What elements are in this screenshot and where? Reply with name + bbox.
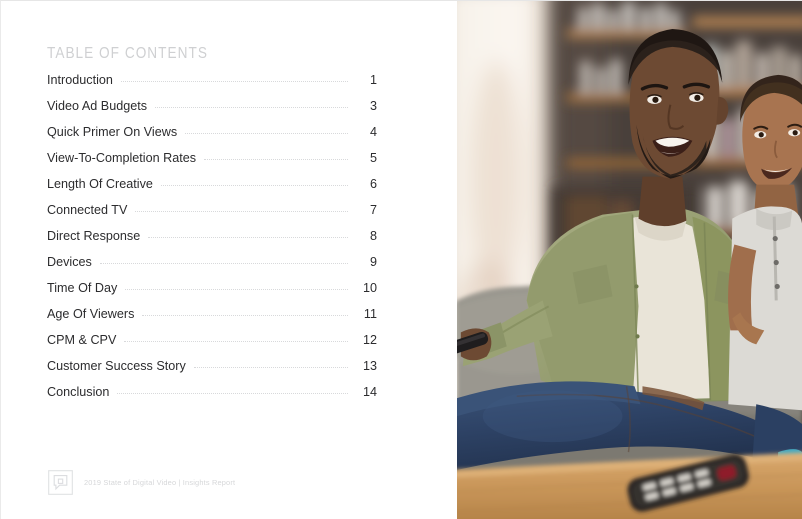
toc-leader-dots: [99, 263, 348, 264]
footer-text: 2019 State of Digital Video | Insights R…: [84, 478, 236, 487]
toc-entry-page-number: 1: [369, 73, 377, 87]
toc-entry[interactable]: CPM & CPV 12: [47, 333, 377, 359]
toc-leader-dots: [204, 159, 348, 160]
toc-entry-label: Introduction: [47, 73, 113, 87]
toc-entry-label: Conclusion: [47, 385, 110, 399]
toc-entry[interactable]: Connected TV 7: [47, 203, 377, 229]
toc-entry[interactable]: Video Ad Budgets 3: [47, 99, 377, 125]
toc-entry[interactable]: Devices 9: [47, 255, 377, 281]
speech-bubble-square-logo-icon: [48, 470, 73, 495]
toc-entry-page-number: 3: [369, 99, 377, 113]
toc-entry[interactable]: Conclusion 14: [47, 385, 377, 411]
content-panel: TABLE OF CONTENTS Introduction 1 Video Ad …: [1, 1, 457, 519]
toc-leader-dots: [135, 211, 348, 212]
toc-leader-dots: [124, 341, 348, 342]
toc-entry[interactable]: Time Of Day 10: [47, 281, 377, 307]
toc-entry-page-number: 6: [369, 177, 377, 191]
page-title: TABLE OF CONTENTS: [47, 45, 208, 62]
toc-leader-dots: [148, 237, 348, 238]
toc-entry-label: View-To-Completion Rates: [47, 151, 197, 165]
toc-entry-label: Age Of Viewers: [47, 307, 135, 321]
toc-entry-label: Video Ad Budgets: [47, 99, 148, 113]
toc-leader-dots: [185, 133, 348, 134]
toc-leader-dots: [160, 185, 348, 186]
toc-entry[interactable]: Customer Success Story 13: [47, 359, 377, 385]
toc-entry[interactable]: Quick Primer On Views 4: [47, 125, 377, 151]
toc-entry-label: Length Of Creative: [47, 177, 153, 191]
cover-photo: [457, 1, 802, 519]
toc-entry-page-number: 7: [369, 203, 377, 217]
toc-entry-label: Quick Primer On Views: [47, 125, 178, 139]
toc-entry-label: Connected TV: [47, 203, 128, 217]
toc-entry[interactable]: View-To-Completion Rates 5: [47, 151, 377, 177]
toc-entry-label: Direct Response: [47, 229, 141, 243]
toc-entry-label: Customer Success Story: [47, 359, 186, 373]
toc-entry-page-number: 10: [362, 281, 377, 295]
toc-leader-dots: [142, 315, 348, 316]
toc-leader-dots: [120, 81, 348, 82]
toc-entry-page-number: 5: [369, 151, 377, 165]
toc-leader-dots: [125, 289, 348, 290]
toc-entry-page-number: 9: [369, 255, 377, 269]
toc-entry-page-number: 8: [369, 229, 377, 243]
toc-leader-dots: [117, 393, 348, 394]
toc-entry[interactable]: Age Of Viewers 11: [47, 307, 377, 333]
toc-page: TABLE OF CONTENTS Introduction 1 Video Ad …: [0, 0, 802, 519]
toc-leader-dots: [155, 107, 348, 108]
footer: 2019 State of Digital Video | Insights R…: [48, 470, 235, 495]
toc-entry-page-number: 14: [362, 385, 377, 399]
toc-entry-label: CPM & CPV: [47, 333, 117, 347]
toc-entry[interactable]: Length Of Creative 6: [47, 177, 377, 203]
toc-entry-page-number: 13: [362, 359, 377, 373]
toc-entry-label: Time Of Day: [47, 281, 118, 295]
toc-entry-page-number: 11: [363, 307, 377, 321]
toc-entry-page-number: 12: [362, 333, 377, 347]
toc-entry[interactable]: Introduction 1: [47, 73, 377, 99]
table-of-contents-list: Introduction 1 Video Ad Budgets 3 Quick Prim…: [47, 73, 377, 411]
toc-leader-dots: [193, 367, 348, 368]
toc-entry-label: Devices: [47, 255, 92, 269]
toc-entry[interactable]: Direct Response 8: [47, 229, 377, 255]
toc-entry-page-number: 4: [369, 125, 377, 139]
